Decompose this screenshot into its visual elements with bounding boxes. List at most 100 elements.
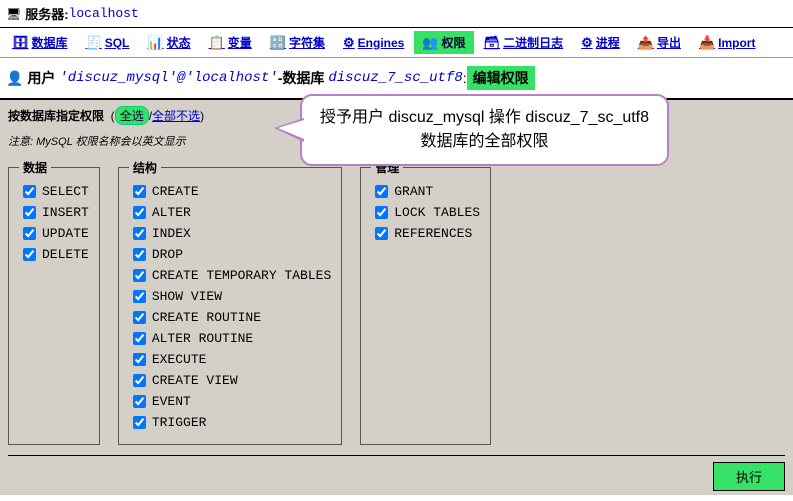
tab-engines[interactable]: ⚙Engines [335, 31, 412, 54]
server-header: 🖥 服务器: localhost [0, 0, 793, 28]
priv-label: CREATE ROUTINE [152, 310, 261, 325]
priv-select[interactable]: SELECT [19, 182, 89, 201]
tab-label: Engines [358, 36, 405, 50]
vars-icon: 📋 [209, 35, 225, 51]
checkbox-alter[interactable] [133, 206, 146, 219]
checkbox-show-view[interactable] [133, 290, 146, 303]
priv-label: SELECT [42, 184, 89, 199]
priv-grant[interactable]: GRANT [371, 182, 480, 201]
tab-proc[interactable]: ⚙进程 [573, 31, 628, 54]
tab-db[interactable]: 🗄数据库 [4, 31, 76, 54]
priv-label: ALTER ROUTINE [152, 331, 253, 346]
db-icon: 🗄 [12, 35, 29, 51]
checkbox-create[interactable] [133, 185, 146, 198]
priv-label: DROP [152, 247, 183, 262]
server-icon: 🖥 [6, 7, 21, 21]
group-structure: 结构 CREATE ALTER INDEX DROP CREATE TEMPORARY … [118, 159, 342, 445]
tab-label: 权限 [442, 34, 466, 51]
priv-create[interactable]: CREATE [129, 182, 331, 201]
checkbox-create-routine[interactable] [133, 311, 146, 324]
priv-label: SHOW VIEW [152, 289, 222, 304]
priv-label: ALTER [152, 205, 191, 220]
tab-priv[interactable]: 👥权限 [414, 31, 473, 54]
priv-event[interactable]: EVENT [129, 392, 331, 411]
checkbox-alter-routine[interactable] [133, 332, 146, 345]
priv-label: EVENT [152, 394, 191, 409]
checkbox-event[interactable] [133, 395, 146, 408]
group-admin: 管理 GRANTLOCK TABLESREFERENCES [360, 159, 491, 445]
priv-alter[interactable]: ALTER [129, 203, 331, 222]
tab-status[interactable]: 📊状态 [139, 31, 198, 54]
priv-create-temporary-tables[interactable]: CREATE TEMPORARY TABLES [129, 266, 331, 285]
checkbox-index[interactable] [133, 227, 146, 240]
priv-label: EXECUTE [152, 352, 207, 367]
callout-tail-inner [278, 120, 304, 139]
priv-label: TRIGGER [152, 415, 207, 430]
binlog-icon: 🗃 [484, 35, 501, 51]
priv-label: CREATE [152, 184, 199, 199]
footer: 执行 [8, 455, 785, 491]
tab-vars[interactable]: 📋变量 [201, 31, 260, 54]
checkbox-lock-tables[interactable] [375, 206, 388, 219]
checkbox-references[interactable] [375, 227, 388, 240]
tab-charset[interactable]: 🔡字符集 [262, 31, 333, 54]
checkbox-delete[interactable] [23, 248, 36, 261]
priv-drop[interactable]: DROP [129, 245, 331, 264]
checkbox-select[interactable] [23, 185, 36, 198]
tab-label: 字符集 [289, 34, 325, 51]
priv-alter-routine[interactable]: ALTER ROUTINE [129, 329, 331, 348]
priv-label: GRANT [394, 184, 433, 199]
tab-label: Import [718, 36, 755, 50]
tab-label: 进程 [596, 34, 620, 51]
main-panel: 按数据库指定权限 ( 全选 / 全部不选 ) 授予用户 discuz_mysql… [0, 98, 793, 495]
tab-export[interactable]: 📤导出 [630, 31, 689, 54]
tab-label: 数据库 [32, 34, 68, 51]
priv-insert[interactable]: INSERT [19, 203, 89, 222]
user-value: 'discuz_mysql'@'localhost' [59, 70, 277, 86]
priv-label: LOCK TABLES [394, 205, 480, 220]
export-icon: 📤 [638, 35, 654, 51]
group-data: 数据 SELECTINSERTUPDATEDELETE [8, 159, 100, 445]
priv-trigger[interactable]: TRIGGER [129, 413, 331, 432]
checkbox-grant[interactable] [375, 185, 388, 198]
priv-delete[interactable]: DELETE [19, 245, 89, 264]
unselect-all-link[interactable]: 全部不选 [152, 107, 200, 124]
tab-sql[interactable]: 🧾SQL [78, 31, 138, 54]
server-label: 服务器: [25, 4, 68, 23]
group-structure-legend: 结构 [129, 159, 161, 176]
priv-update[interactable]: UPDATE [19, 224, 89, 243]
priv-label: DELETE [42, 247, 89, 262]
priv-create-view[interactable]: CREATE VIEW [129, 371, 331, 390]
priv-label: INDEX [152, 226, 191, 241]
server-name: localhost [69, 6, 139, 21]
checkbox-insert[interactable] [23, 206, 36, 219]
privilege-groups: 数据 SELECTINSERTUPDATEDELETE 结构 CREATEALT… [8, 159, 785, 445]
priv-execute[interactable]: EXECUTE [129, 350, 331, 369]
tab-binlog[interactable]: 🗃二进制日志 [476, 31, 572, 54]
priv-create-routine[interactable]: CREATE ROUTINE [129, 308, 331, 327]
checkbox-update[interactable] [23, 227, 36, 240]
priv-index[interactable]: INDEX [129, 224, 331, 243]
import-icon: 📥 [699, 35, 715, 51]
checkbox-drop[interactable] [133, 248, 146, 261]
close-paren: ) [200, 109, 204, 123]
checkbox-execute[interactable] [133, 353, 146, 366]
priv-lock-tables[interactable]: LOCK TABLES [371, 203, 480, 222]
tab-label: SQL [105, 36, 130, 50]
priv-label: CREATE TEMPORARY TABLES [152, 268, 331, 283]
priv-label: CREATE VIEW [152, 373, 238, 388]
priv-show-view[interactable]: SHOW VIEW [129, 287, 331, 306]
priv-label: REFERENCES [394, 226, 472, 241]
priv-references[interactable]: REFERENCES [371, 224, 480, 243]
tab-import[interactable]: 📥Import [691, 31, 764, 54]
checkbox-create-temporary-tables[interactable] [133, 269, 146, 282]
select-all-link[interactable]: 全选 [115, 106, 149, 125]
tab-label: 状态 [167, 34, 191, 51]
checkbox-trigger[interactable] [133, 416, 146, 429]
priv-label: INSERT [42, 205, 89, 220]
tab-label: 导出 [657, 34, 681, 51]
checkbox-create-view[interactable] [133, 374, 146, 387]
db-label: 数据库 [282, 68, 324, 88]
go-button[interactable]: 执行 [713, 462, 785, 491]
callout-bubble: 授予用户 discuz_mysql 操作 discuz_7_sc_utf8 数据… [300, 94, 669, 166]
